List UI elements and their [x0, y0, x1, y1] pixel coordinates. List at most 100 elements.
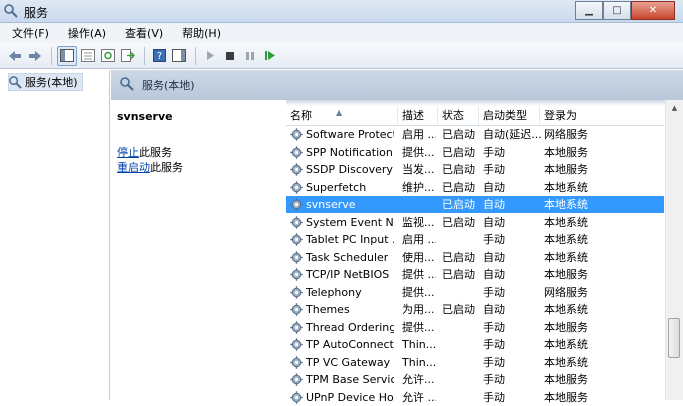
service-description: 提供...: [402, 320, 435, 334]
stop-service-button[interactable]: [221, 47, 239, 65]
service-status: [442, 319, 478, 336]
services-app-icon: [9, 75, 22, 89]
service-name-cell: Software Protect...: [290, 126, 394, 143]
console-tree-icon: [60, 49, 74, 62]
service-row[interactable]: Software Protect... 启用 ... 已启动自动(延迟...网络服务: [286, 126, 664, 143]
gear-icon: [290, 338, 303, 351]
show-console-tree-button[interactable]: [57, 45, 77, 66]
service-status: [442, 284, 478, 301]
column-header-status-label: 状态: [442, 109, 464, 122]
menu-bar: 文件(F) 操作(A) 查看(V) 帮助(H): [0, 23, 683, 43]
service-row[interactable]: TPM Base Servic... 允许... 手动 本地服务: [286, 371, 664, 388]
service-startup-type: 手动: [483, 390, 505, 404]
export-list-button[interactable]: [119, 47, 137, 65]
column-header-logon[interactable]: 登录为: [540, 106, 664, 125]
gear-icon: [290, 390, 303, 404]
service-row[interactable]: Task Scheduler 使用... 已启动 自动 本地系统: [286, 249, 664, 266]
start-service-button[interactable]: [201, 47, 219, 65]
service-row[interactable]: Superfetch 维护... 已启动 自动 本地系统: [286, 179, 664, 196]
column-header-startup-label: 启动类型: [483, 109, 527, 122]
service-startup-type: 手动: [483, 163, 505, 176]
forward-button[interactable]: [26, 47, 44, 65]
scroll-up-icon[interactable]: ▲: [666, 100, 683, 116]
service-name: TCP/IP NetBIOS ...: [306, 268, 394, 281]
service-row[interactable]: System Event N... 监视... 已启动自动 本地系统: [286, 214, 664, 231]
service-logon-as: 本地服务: [544, 373, 588, 386]
service-logon-as: 本地服务: [544, 268, 588, 281]
service-logon-as: 本地系统: [544, 180, 588, 194]
help-button[interactable]: ?: [150, 47, 168, 65]
service-row[interactable]: UPnP Device Host 允许 ... 手动 本地服务: [286, 389, 664, 406]
service-logon-as: 网络服务: [544, 285, 588, 299]
show-hide-pane-button[interactable]: [170, 47, 188, 65]
service-name-cell: Task Scheduler: [290, 249, 394, 266]
service-row[interactable]: TP VC Gateway ... Thin... 手动 本地系统: [286, 354, 664, 371]
service-status: 已启动: [442, 145, 475, 159]
selected-service-name: svnserve: [117, 110, 173, 123]
service-row[interactable]: SSDP Discovery 当发... 已启动 手动 本地服务: [286, 161, 664, 178]
maximize-button[interactable]: □: [603, 1, 631, 20]
properties-icon: [81, 49, 95, 62]
service-row[interactable]: Tablet PC Input ... 启用 ... 手动 本地系统: [286, 231, 664, 248]
console-tree: 服务(本地): [0, 70, 110, 400]
service-name-cell: TCP/IP NetBIOS ...: [290, 266, 394, 283]
scrollbar-thumb[interactable]: [668, 318, 680, 358]
column-header-status[interactable]: 状态: [438, 106, 479, 125]
content-header-title: 服务(本地): [142, 79, 195, 92]
service-row[interactable]: Telephony 提供... 手动 网络服务: [286, 284, 664, 301]
gear-icon: [290, 250, 303, 264]
service-row[interactable]: TP AutoConnect ... Thin... 手动 本地系统: [286, 336, 664, 353]
service-logon-as: 本地系统: [544, 303, 588, 316]
service-logon-as: 本地系统: [544, 338, 588, 351]
restart-service-link[interactable]: 重启动: [117, 161, 150, 174]
pause-service-button[interactable]: [241, 47, 259, 65]
service-row[interactable]: Thread Ordering... 提供... 手动 本地服务: [286, 319, 664, 336]
stop-service-link[interactable]: 停止: [117, 146, 139, 159]
service-startup-type: 自动(延迟...: [483, 128, 541, 141]
tree-item-services-local[interactable]: 服务(本地): [8, 73, 83, 91]
service-startup-type: 手动: [483, 233, 505, 246]
menu-action[interactable]: 操作(A): [56, 25, 113, 41]
service-description: Thin...: [402, 355, 436, 369]
service-row[interactable]: SPP Notification ... 提供... 已启动手动 本地服务: [286, 144, 664, 161]
properties-button[interactable]: [79, 47, 97, 65]
refresh-button[interactable]: [99, 47, 117, 65]
service-status: [442, 336, 478, 353]
service-status: [442, 354, 478, 371]
service-name: Thread Ordering...: [306, 320, 394, 334]
back-button[interactable]: [6, 47, 24, 65]
column-header-name[interactable]: 名称 ▲: [286, 106, 398, 125]
help-icon: ?: [152, 49, 166, 62]
service-name: System Event N...: [306, 215, 394, 229]
minimize-button[interactable]: ▁: [575, 1, 603, 20]
service-logon-as: 本地系统: [544, 250, 588, 264]
menu-file[interactable]: 文件(F): [0, 25, 56, 41]
menu-view[interactable]: 查看(V): [113, 25, 170, 41]
service-name: TPM Base Servic...: [306, 373, 394, 386]
vertical-scrollbar[interactable]: ▲: [665, 100, 683, 400]
forward-arrow-icon: [29, 50, 41, 61]
service-logon-as: 本地服务: [544, 145, 588, 159]
service-description: 维护...: [402, 180, 435, 194]
stop-service-line: 停止此服务: [117, 144, 172, 160]
service-name: Themes: [306, 303, 350, 316]
service-description: 允许 ...: [402, 390, 436, 404]
service-status: 已启动: [442, 268, 475, 281]
service-description: Thin...: [402, 338, 436, 351]
service-logon-as: 本地系统: [544, 215, 588, 229]
service-startup-type: 手动: [483, 355, 505, 369]
service-row[interactable]: Themes 为用... 已启动 自动 本地系统: [286, 301, 664, 318]
toolbar-separator: [51, 46, 52, 65]
export-list-icon: [121, 49, 135, 62]
service-row[interactable]: TCP/IP NetBIOS ... 提供 ... 已启动 自动 本地服务: [286, 266, 664, 283]
close-button[interactable]: ✕: [631, 1, 675, 20]
column-header-startup[interactable]: 启动类型: [479, 106, 540, 125]
tree-item-label: 服务(本地): [25, 76, 78, 89]
service-row[interactable]: svnserve 已启动 自动 本地系统: [286, 196, 664, 213]
column-header-desc[interactable]: 描述: [398, 106, 438, 125]
service-name: Tablet PC Input ...: [306, 233, 394, 246]
restart-service-button[interactable]: [261, 47, 279, 65]
service-name: Superfetch: [306, 180, 367, 194]
service-name-cell: TPM Base Servic...: [290, 371, 394, 388]
menu-help[interactable]: 帮助(H): [170, 25, 228, 41]
